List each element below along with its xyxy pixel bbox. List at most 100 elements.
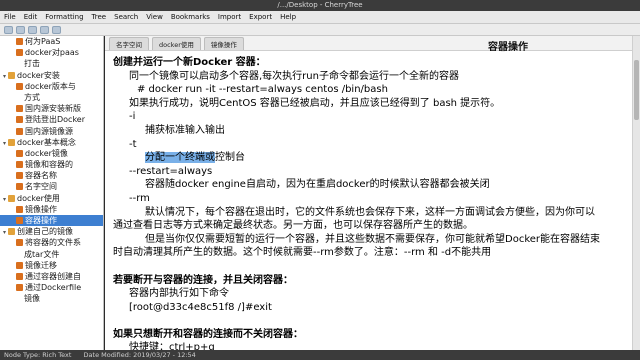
tree-item-label: 镜像和容器的 [25,160,73,170]
text-line: 容器随docker engine自启动，因为在重启docker的时候默认容器都会… [145,179,490,191]
text-line: [root@d33c4e8c51f8 /]#exit [129,301,272,313]
tree-item[interactable]: 国内源安装新版 [0,103,103,114]
text-line: --restart=always [129,165,213,177]
line-text: 控制台 [215,152,245,164]
expand-toggle-icon[interactable]: ▾ [1,194,8,204]
tree-item-label: docker对paas [25,48,79,58]
tab-namespace[interactable]: 名字空间 [109,37,149,50]
menu-export[interactable]: Export [249,13,272,21]
leaf-node-icon [16,49,23,57]
leaf-node-icon [16,272,23,280]
tree-item[interactable]: 将容器的文件系 [0,237,103,248]
tree-item[interactable]: ▾ 创建自己的镜像 [0,226,103,237]
tree-item-label: 方式 [24,92,40,102]
text-line: -i [129,111,136,123]
tree-item-label: 创建自己的镜像 [17,227,73,237]
tree-item[interactable]: 镜像迁移 [0,260,103,271]
tree-item-label: 成tar文件 [24,249,60,259]
tree-item[interactable]: 镜像和容器的 [0,159,103,170]
leaf-node-icon [16,183,23,191]
tree-item[interactable]: ▾ docker安装 [0,70,103,81]
leaf-node-icon [16,82,23,90]
tree-item[interactable]: 容器名称 [0,170,103,181]
menu-file[interactable]: File [4,13,16,21]
node-title: 容器操作 [488,42,528,53]
menu-bar: File Edit Formatting Tree Search View Bo… [0,11,640,24]
tab-image-ops[interactable]: 镜像操作 [203,37,244,50]
tab-docker-usage[interactable]: docker使用 [152,37,201,50]
folder-node-icon [8,138,15,146]
tree-item[interactable]: 何为PaaS [0,36,103,47]
leaf-node-icon [16,105,23,113]
expand-toggle-icon[interactable]: ▾ [1,138,8,148]
tree-item[interactable]: docker版本与 [0,81,103,92]
expand-toggle-icon[interactable]: ▾ [1,71,8,81]
tree-item[interactable]: 通过Dockerfile [0,282,103,293]
tree-item-label: 何为PaaS [25,37,61,46]
tree-item-label: docker使用 [17,193,60,203]
tree-item[interactable]: 名字空间 [0,181,103,192]
tree-item[interactable]: docker镜像 [0,148,103,159]
menu-help[interactable]: Help [280,13,296,21]
new-child-icon[interactable] [16,25,25,34]
tree-item-label: 登陆登出Docker [25,115,86,125]
text-line: 默认情况下，每个容器在退出时，它的文件系统也会保存下来，这样一方面调试会方便些，… [145,206,595,218]
leaf-node-icon [16,217,23,224]
tree-item-label: 镜像操作 [25,204,57,214]
date-modified-status: Date Modified: 2019/03/27 - 12:54 [83,351,196,359]
tree-item[interactable]: 国内源镜像源 [0,126,103,137]
menu-view[interactable]: View [146,13,163,21]
leaf-node-icon [16,116,23,124]
tree-item: 方式 [0,92,103,103]
node-type-status: Node Type: Rich Text [4,351,72,359]
tree-item-label: 容器操作 [25,216,57,225]
undo-icon[interactable] [40,25,49,34]
tree-item-label: 将容器的文件系 [25,238,81,248]
node-editor: 名字空间 docker使用 镜像操作 容器操作 创建并运行一个新Docker 容… [105,36,632,353]
text-line: 通过查看日志等方式来确定最终状态。另一方面，也可以保存容器所产生的数据。 [113,220,473,232]
leaf-node-icon [16,284,23,292]
tree-item-label: 通过容器创建自 [25,271,81,281]
menu-bookmarks[interactable]: Bookmarks [171,13,210,21]
tree-item-label: 国内源镜像源 [25,126,73,136]
tree-item-label: docker镜像 [25,148,68,158]
toolbar [0,24,640,36]
menu-import[interactable]: Import [218,13,241,21]
rich-text-content[interactable]: 创建并运行一个新Docker 容器： 同一个镜像可以启动多个容器,每次执行run子… [113,56,628,355]
leaf-node-icon [16,38,23,45]
window-title: /.../Desktop - CherryTree [0,0,640,11]
tree-item[interactable]: 通过容器创建自 [0,271,103,282]
menu-edit[interactable]: Edit [24,13,38,21]
leaf-node-icon [16,161,23,169]
menu-tree[interactable]: Tree [92,13,107,21]
text-line: 如果执行成功，说明CentOS 容器已经被启动，并且应该已经得到了 bash 提… [129,97,501,109]
leaf-node-icon [16,127,23,135]
tree-item[interactable]: ▾ docker基本概念 [0,137,103,148]
tree-item: 打击 [0,58,103,69]
tree-item[interactable]: 登陆登出Docker [0,114,103,125]
expand-toggle-icon[interactable]: ▾ [1,227,8,237]
tree-item[interactable]: docker对paas [0,47,103,58]
new-node-icon[interactable] [4,25,13,34]
leaf-node-icon [16,261,23,269]
text-line: 容器内部执行如下命令 [129,288,229,300]
status-bar: Node Type: Rich Text Date Modified: 2019… [0,350,640,360]
tree-item[interactable]: ▾ docker使用 [0,193,103,204]
redo-icon[interactable] [52,25,61,34]
save-icon[interactable] [28,25,37,34]
tree-item[interactable]: 镜像操作 [0,204,103,215]
tree-item[interactable]: 容器操作 [0,215,103,227]
text-line [113,260,628,274]
text-line [113,314,628,328]
menu-formatting[interactable]: Formatting [45,13,83,21]
node-tabs: 名字空间 docker使用 镜像操作 [105,36,632,51]
menu-search[interactable]: Search [114,13,138,21]
tree-item-label: 名字空间 [25,182,57,192]
scrollbar-thumb[interactable] [634,60,639,120]
text-line: -t [129,138,137,150]
vertical-scrollbar[interactable] [632,36,640,350]
text-line: 创建并运行一个新Docker 容器： [113,57,266,68]
text-line: 捕获标准输入输出 [145,124,225,136]
tree-item-label: 容器名称 [25,171,57,181]
leaf-node-icon [16,149,23,157]
